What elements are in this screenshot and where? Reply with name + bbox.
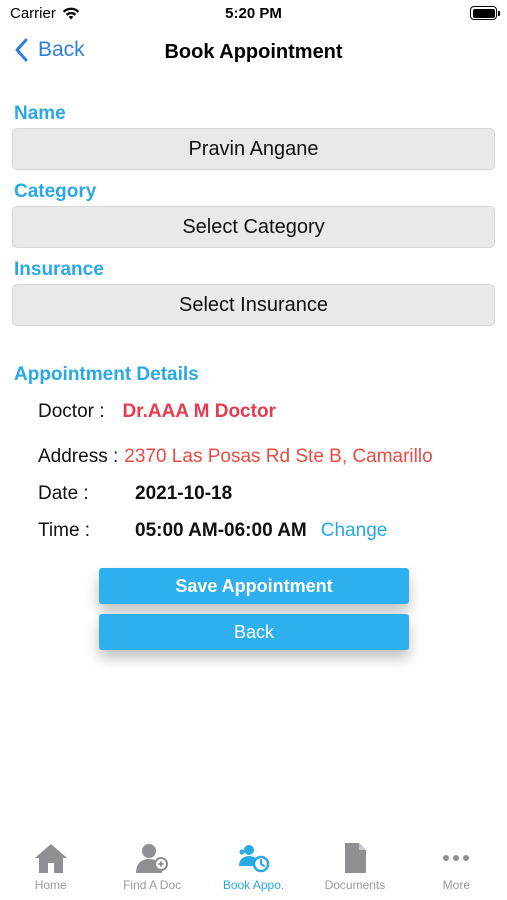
time-value: 05:00 AM-06:00 AM [135, 520, 307, 541]
name-field[interactable]: Pravin Angane [12, 128, 495, 170]
doctor-key: Doctor : [38, 401, 105, 422]
back-button[interactable]: Back [99, 614, 409, 650]
tab-home-label: Home [34, 878, 67, 892]
battery-icon [470, 6, 500, 20]
address-value: 2370 Las Posas Rd Ste B, Camarillo [124, 446, 433, 467]
time-row: Time : 05:00 AM-06:00 AM Change [38, 520, 387, 542]
address-key: Address : [38, 446, 119, 467]
navigation-bar: Back Book Appointment [0, 28, 507, 78]
status-time: 5:20 PM [225, 5, 282, 22]
page-title: Book Appointment [164, 41, 343, 63]
insurance-label: Insurance [14, 259, 104, 280]
tab-book-appointment[interactable]: Book Appo. [203, 834, 304, 900]
tab-documents-label: Documents [324, 878, 386, 892]
category-label: Category [14, 181, 97, 202]
tab-find-doc-label: Find A Doc [123, 878, 182, 892]
book-appointment-icon [236, 842, 272, 874]
change-time-link[interactable]: Change [321, 520, 388, 542]
date-row: Date : 2021-10-18 [38, 483, 232, 505]
tab-book-appointment-label: Book Appo. [222, 878, 285, 892]
doctor-icon [134, 842, 170, 874]
document-icon [337, 842, 373, 874]
tab-home[interactable]: Home [0, 834, 101, 900]
name-label: Name [14, 103, 66, 124]
insurance-select[interactable]: Select Insurance [12, 284, 495, 326]
doctor-row: Doctor : Dr.AAA M Doctor [38, 401, 276, 423]
appointment-details-title: Appointment Details [14, 364, 199, 385]
doctor-value: Dr.AAA M Doctor [122, 401, 276, 422]
tab-more-label: More [442, 878, 470, 892]
address-row: Address : 2370 Las Posas Rd Ste B, Camar… [38, 446, 433, 468]
tab-find-doc[interactable]: Find A Doc [101, 834, 202, 900]
time-key: Time : [38, 520, 91, 541]
tab-documents[interactable]: Documents [304, 834, 405, 900]
home-icon [33, 842, 69, 874]
more-icon [438, 842, 474, 874]
date-key: Date : [38, 483, 89, 504]
save-appointment-button[interactable]: Save Appointment [99, 568, 409, 604]
tab-bar: Home Find A Doc Book Appo. Documents Mor… [0, 834, 507, 900]
date-value: 2021-10-18 [135, 483, 233, 504]
tab-more[interactable]: More [406, 834, 507, 900]
status-bar: Carrier 5:20 PM [0, 0, 507, 28]
category-select[interactable]: Select Category [12, 206, 495, 248]
